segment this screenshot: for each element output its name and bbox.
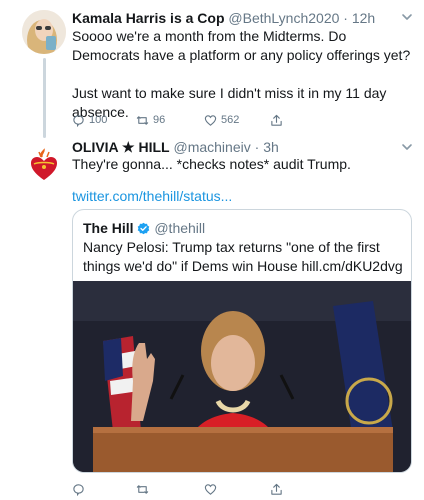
quoted-display-name: The Hill [83,220,134,236]
reply-button[interactable]: 100 [72,112,107,128]
quoted-tweet-header: The Hill @thehill [83,219,205,237]
retweet-icon [136,115,149,125]
tweet-actions: 100 96 562 [72,112,312,128]
profile-photo [22,10,66,54]
timestamp[interactable]: 12h [352,10,375,26]
share-button[interactable] [270,112,287,128]
news-photo[interactable] [73,281,411,472]
tweet-1[interactable]: Kamala Harris is a Cop @BethLynch2020 · … [0,0,424,140]
tweet-link[interactable]: twitter.com/thehill/status... [72,188,232,204]
heart-icon [204,114,217,126]
display-name[interactable]: Kamala Harris is a Cop [72,10,225,26]
reply-icon [73,114,84,127]
avatar[interactable] [22,10,66,54]
share-icon [271,483,282,495]
like-count: 562 [221,114,240,126]
reply-button[interactable] [72,481,89,497]
quoted-tweet-text: Nancy Pelosi: Trump tax returns "one of … [83,239,403,274]
tweet-text: They're gonna... *checks notes* audit Tr… [72,156,351,172]
share-icon [271,114,282,126]
like-button[interactable]: 562 [204,112,239,128]
retweet-button[interactable]: 96 [136,112,165,128]
user-handle[interactable]: @machineiv [173,139,250,155]
dot-separator: · [339,10,352,26]
chevron-down-icon[interactable] [400,140,414,154]
tweet-header: Kamala Harris is a Cop @BethLynch2020 · … [72,9,375,27]
retweet-icon [136,484,149,494]
retweet-count: 96 [153,114,166,126]
share-button[interactable] [270,481,287,497]
reply-icon [73,483,84,496]
timestamp[interactable]: 3h [263,139,279,155]
display-name[interactable]: OLIVIA ★ HILL [72,139,170,155]
tweet-actions [72,481,312,497]
tweet-header: OLIVIA ★ HILL @machineiv · 3h [72,138,279,156]
thread-connector [43,58,46,138]
dot-separator: · [250,139,264,155]
quoted-user-handle: @thehill [154,220,206,236]
sacred-heart-avatar [22,142,66,186]
heart-icon [204,483,217,495]
reply-count: 100 [89,114,108,126]
user-handle[interactable]: @BethLynch2020 [228,10,339,26]
press-conference-image [73,281,411,472]
retweet-button[interactable] [136,481,153,497]
quoted-tweet-card[interactable]: The Hill @thehill Nancy Pelosi: Trump ta… [72,209,412,473]
avatar[interactable] [22,142,66,186]
like-button[interactable] [204,481,221,497]
verified-badge-icon [138,222,150,235]
tweet-text: Soooo we're a month from the Midterms. D… [72,28,411,120]
chevron-down-icon[interactable] [400,10,414,24]
